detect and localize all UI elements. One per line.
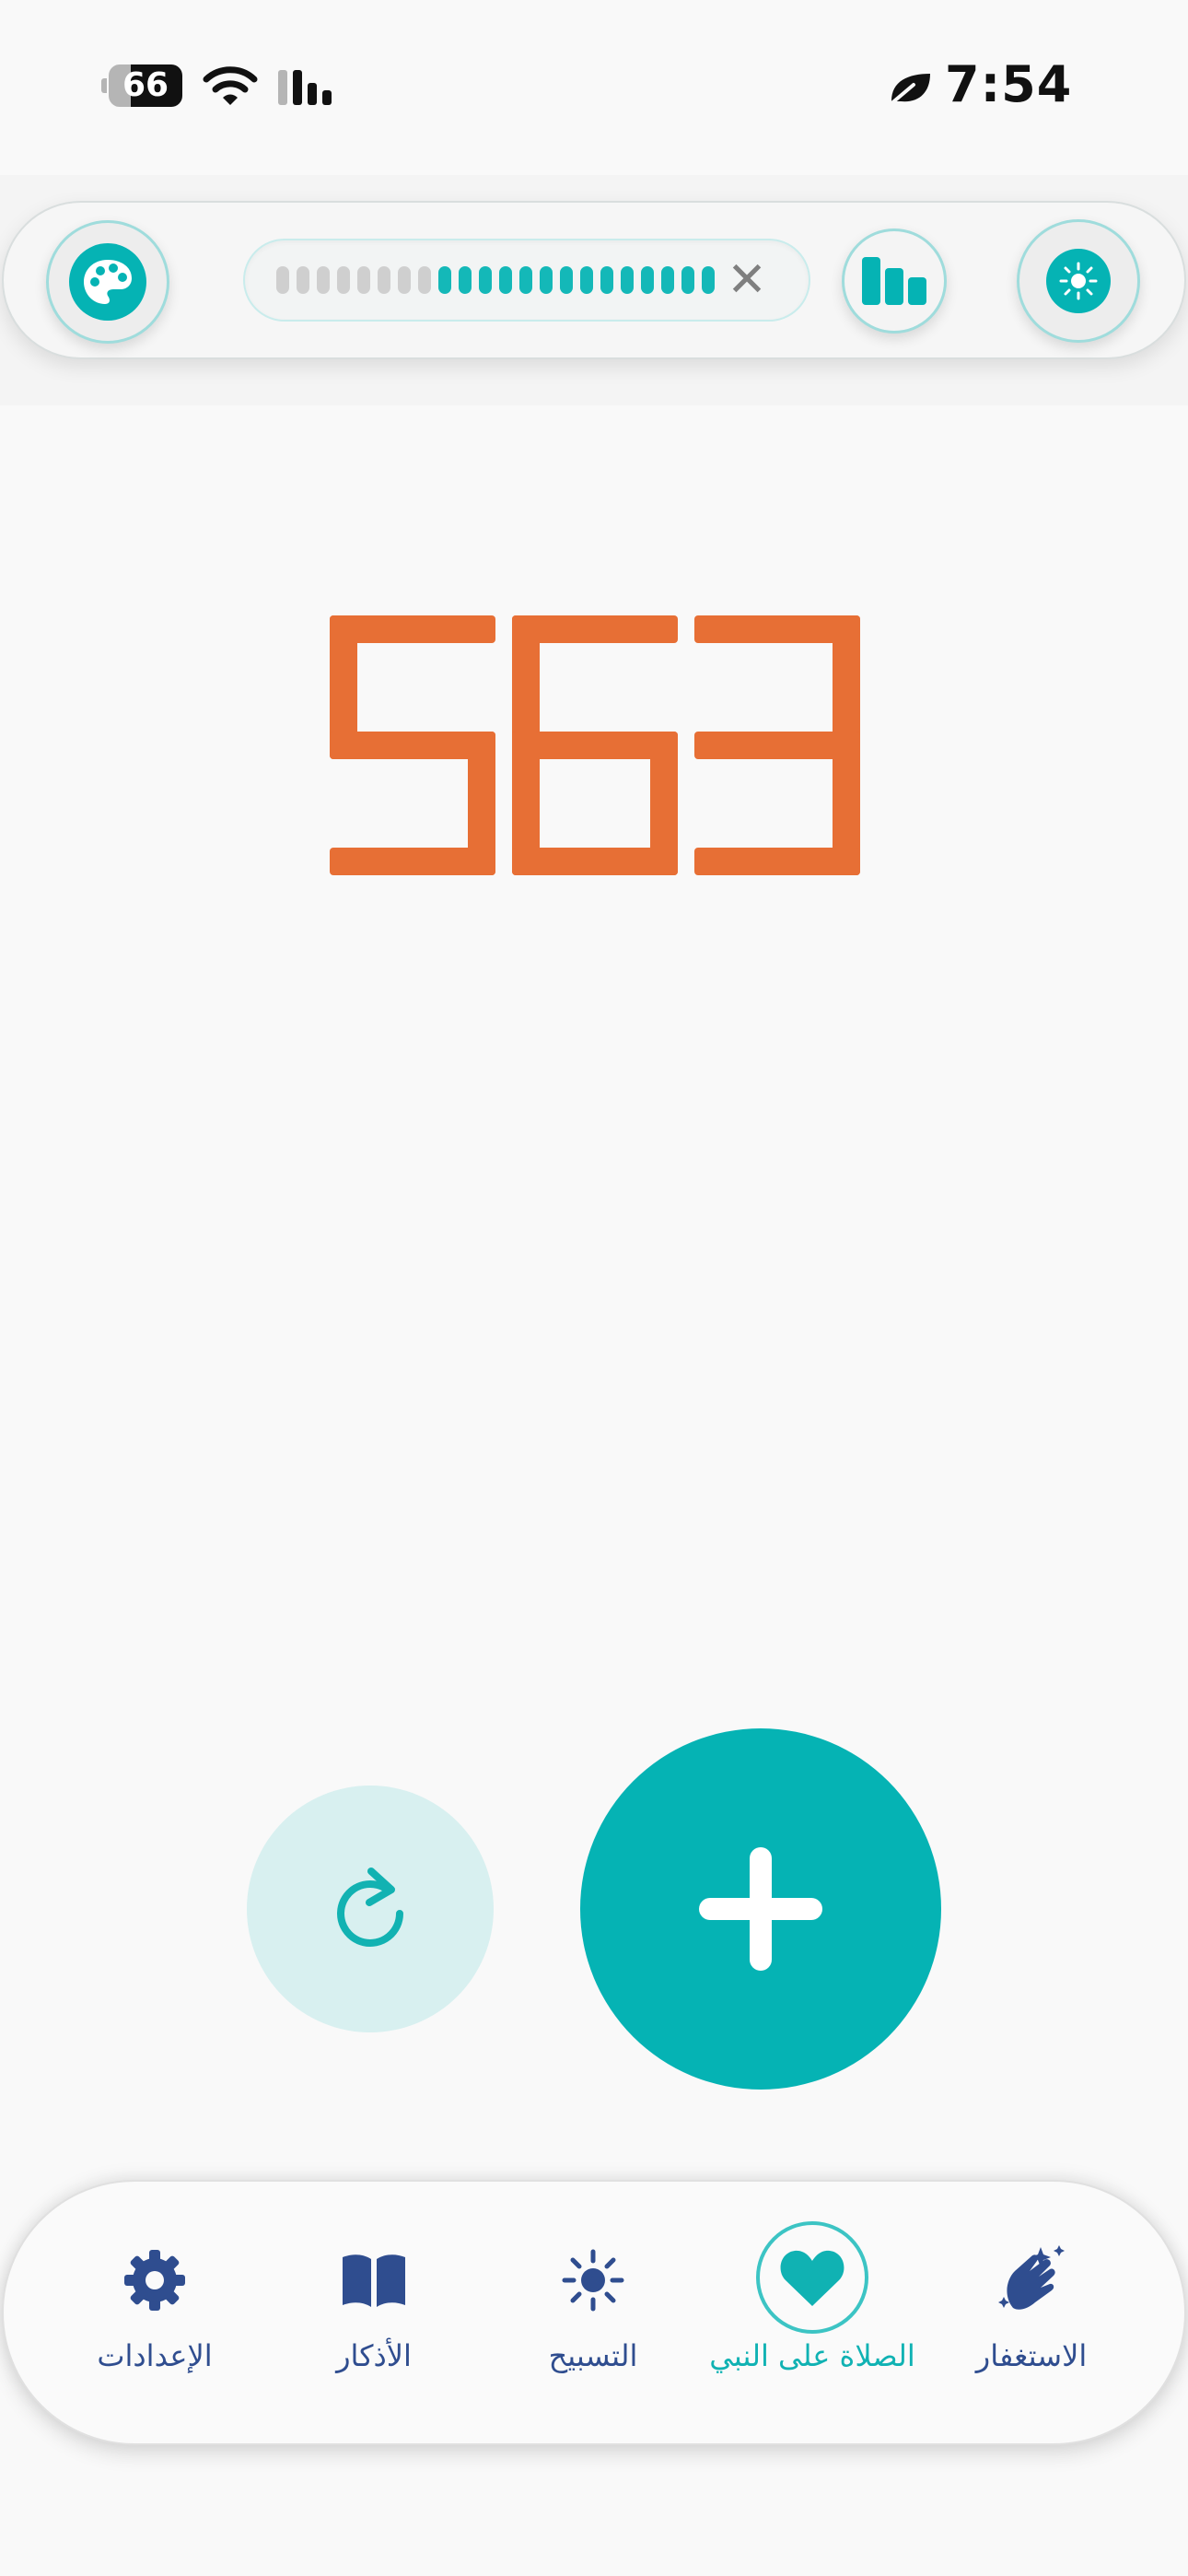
active-indicator bbox=[756, 2221, 868, 2334]
progress-segment bbox=[580, 266, 593, 294]
progress-segment bbox=[276, 266, 289, 294]
progress-segment bbox=[479, 266, 492, 294]
progress-segments bbox=[276, 266, 715, 294]
progress-segment bbox=[418, 266, 431, 294]
progress-segment bbox=[438, 266, 451, 294]
increment-button[interactable] bbox=[580, 1728, 941, 2090]
progress-segment bbox=[297, 266, 309, 294]
nav-item-istighfar[interactable]: الاستغفار bbox=[930, 2230, 1133, 2414]
nav-label-settings: الإعدادات bbox=[97, 2338, 213, 2373]
progress-segment bbox=[540, 266, 553, 294]
progress-segment bbox=[357, 266, 370, 294]
progress-segment bbox=[681, 266, 694, 294]
plus-icon bbox=[699, 1847, 822, 1971]
progress-segment bbox=[337, 266, 350, 294]
battery-nub bbox=[101, 78, 107, 93]
nav-label-adhkar: الأذكار bbox=[336, 2338, 412, 2373]
palette-icon bbox=[69, 243, 146, 321]
statistics-button[interactable] bbox=[842, 228, 947, 334]
counter-segment bbox=[330, 848, 495, 875]
progress-segment bbox=[621, 266, 634, 294]
progress-segment bbox=[560, 266, 573, 294]
refresh-icon bbox=[337, 1868, 403, 1947]
reset-button[interactable] bbox=[247, 1786, 494, 2032]
battery-indicator: 66 bbox=[109, 64, 182, 107]
close-icon[interactable]: ✕ bbox=[724, 254, 770, 306]
nav-label-istighfar: الاستغفار bbox=[975, 2338, 1088, 2373]
progress-segment bbox=[702, 266, 715, 294]
leaf-icon bbox=[888, 74, 930, 107]
nav-icon-wrapper bbox=[756, 2221, 868, 2334]
book-icon bbox=[339, 2230, 409, 2331]
progress-segment bbox=[499, 266, 512, 294]
sun-icon bbox=[561, 2230, 625, 2331]
progress-segment bbox=[641, 266, 654, 294]
clock: 7:54 bbox=[945, 55, 1073, 113]
cellular-signal-icon bbox=[278, 70, 332, 105]
nav-item-salawat[interactable]: الصلاة على النبي bbox=[709, 2221, 915, 2414]
progress-segment bbox=[398, 266, 411, 294]
tasbih-counter-display bbox=[330, 615, 860, 875]
progress-segment bbox=[661, 266, 674, 294]
nav-label-salawat: الصلاة على النبي bbox=[709, 2338, 915, 2373]
progress-segment bbox=[317, 266, 330, 294]
wifi-icon bbox=[203, 66, 258, 105]
status-bar: 66 7:54 bbox=[0, 0, 1188, 175]
brightness-button[interactable] bbox=[1017, 219, 1140, 343]
progress-segment bbox=[378, 266, 390, 294]
progress-segment bbox=[600, 266, 613, 294]
nav-label-tasbih: التسبيح bbox=[548, 2338, 638, 2373]
progress-segment bbox=[519, 266, 532, 294]
sun-icon bbox=[1046, 249, 1111, 313]
gear-icon bbox=[122, 2230, 187, 2331]
theme-palette-button[interactable] bbox=[46, 220, 169, 344]
heart-icon bbox=[780, 2250, 844, 2306]
nav-item-settings[interactable]: الإعدادات bbox=[53, 2230, 256, 2414]
bar-chart-icon bbox=[862, 257, 926, 305]
nav-item-adhkar[interactable]: الأذكار bbox=[273, 2230, 475, 2414]
progress-segment bbox=[459, 266, 472, 294]
nav-item-tasbih[interactable]: التسبيح bbox=[492, 2230, 694, 2414]
counter-segment bbox=[694, 848, 860, 875]
praying-hands-icon bbox=[995, 2230, 1068, 2331]
counter-segment bbox=[650, 732, 678, 875]
